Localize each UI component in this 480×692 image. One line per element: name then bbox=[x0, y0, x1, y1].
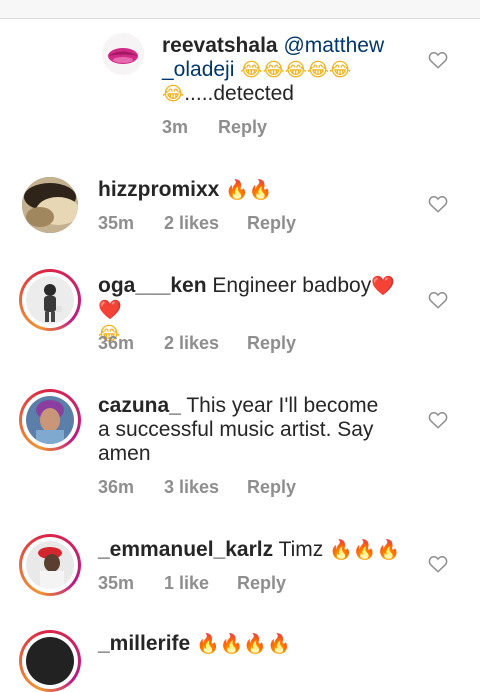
reply-button[interactable]: Reply bbox=[247, 213, 296, 234]
comment-username[interactable]: oga___ken bbox=[98, 274, 207, 297]
fire-emoji-group: 🔥🔥🔥🔥 bbox=[196, 633, 291, 655]
avatar bbox=[26, 637, 74, 685]
comment-username[interactable]: _millerife bbox=[98, 632, 190, 655]
likes-count[interactable]: 1 like bbox=[164, 573, 209, 594]
likes-count[interactable]: 3 likes bbox=[164, 477, 219, 498]
avatar-image bbox=[26, 276, 74, 324]
avatar-with-story-ring[interactable] bbox=[19, 630, 81, 692]
reply-button[interactable]: Reply bbox=[218, 117, 267, 138]
avatar-with-story-ring[interactable] bbox=[19, 389, 81, 451]
comment-body: Timz bbox=[278, 538, 324, 561]
comment-username[interactable]: cazuna_ bbox=[98, 394, 181, 417]
avatar[interactable] bbox=[22, 177, 78, 233]
heart-outline-icon[interactable] bbox=[428, 411, 448, 429]
heart-outline-icon[interactable] bbox=[428, 291, 448, 309]
avatar[interactable] bbox=[102, 33, 144, 75]
comment-body: .....detected bbox=[184, 82, 294, 105]
avatar-with-story-ring[interactable] bbox=[19, 534, 81, 596]
comment-text: _millerife 🔥🔥🔥🔥 bbox=[98, 632, 408, 656]
comment-username[interactable]: reevatshala bbox=[162, 34, 278, 57]
comment-time: 36m bbox=[98, 333, 135, 353]
likes-count[interactable]: 2 likes bbox=[164, 333, 219, 354]
comment-text: cazuna_ This year I'll become a successf… bbox=[98, 394, 408, 466]
comment-body-line: amen bbox=[98, 442, 151, 465]
comment-body-line: a successful music artist. Say bbox=[98, 418, 374, 441]
fire-emoji-group: 🔥🔥 bbox=[225, 179, 273, 201]
comment-body: Engineer badboy bbox=[212, 274, 372, 297]
reply-button[interactable]: Reply bbox=[247, 333, 296, 354]
comment-time: 35m bbox=[98, 213, 135, 233]
laughing-emoji-group: 😂😂😂😂😂 bbox=[240, 59, 352, 81]
avatar bbox=[26, 396, 74, 444]
comment-text: hizzpromixx 🔥🔥 bbox=[98, 178, 408, 202]
reply-button[interactable]: Reply bbox=[237, 573, 286, 594]
comment-time: 3m bbox=[162, 117, 189, 137]
avatar bbox=[26, 276, 74, 324]
fire-emoji-group: 🔥🔥🔥 bbox=[329, 539, 401, 561]
comment-body: This year I'll become bbox=[186, 394, 379, 417]
heart-outline-icon[interactable] bbox=[428, 195, 448, 213]
avatar-image bbox=[22, 177, 78, 233]
avatar bbox=[26, 541, 74, 589]
comment-time: 35m bbox=[98, 573, 135, 593]
comment-text: _emmanuel_karlz Timz 🔥🔥🔥 bbox=[98, 538, 408, 562]
likes-count[interactable]: 2 likes bbox=[164, 213, 219, 234]
mention-link[interactable]: @matthew bbox=[283, 34, 384, 57]
avatar-with-story-ring[interactable] bbox=[19, 269, 81, 331]
avatar-image bbox=[26, 396, 74, 444]
comment-time: 36m bbox=[98, 477, 135, 497]
comment-username[interactable]: hizzpromixx bbox=[98, 178, 219, 201]
comment-username[interactable]: _emmanuel_karlz bbox=[98, 538, 273, 561]
heart-outline-icon[interactable] bbox=[428, 51, 448, 69]
laughing-emoji: 😂 bbox=[162, 83, 185, 105]
mention-link-continued[interactable]: _oladeji bbox=[162, 58, 234, 81]
comment-text: reevatshala @matthew _oladeji 😂😂😂😂😂 😂...… bbox=[162, 34, 472, 106]
reply-button[interactable]: Reply bbox=[247, 477, 296, 498]
top-bar bbox=[0, 0, 480, 19]
avatar-image bbox=[26, 541, 74, 589]
heart-outline-icon[interactable] bbox=[428, 555, 448, 573]
avatar-image bbox=[102, 33, 144, 75]
